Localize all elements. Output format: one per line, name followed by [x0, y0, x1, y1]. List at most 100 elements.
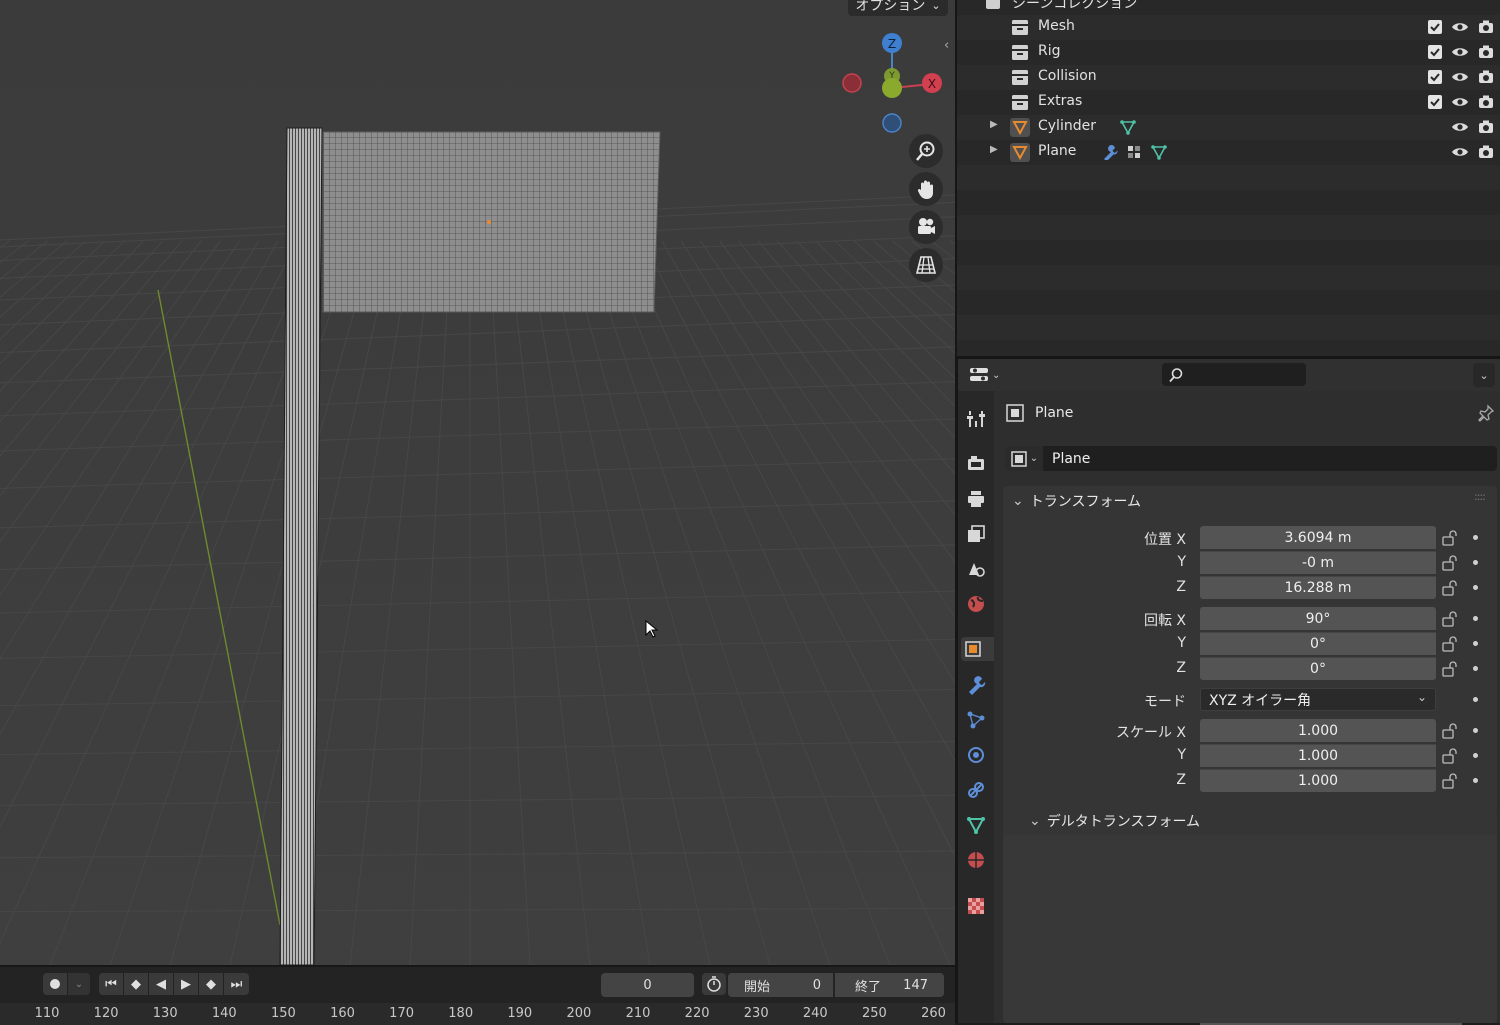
rotation-field[interactable]: 0° — [1200, 632, 1436, 655]
eye-icon[interactable] — [1451, 95, 1469, 109]
camera-render-icon[interactable] — [1477, 44, 1495, 60]
location-lock[interactable] — [1441, 579, 1459, 597]
rotation-lock[interactable] — [1441, 660, 1459, 678]
tab-object[interactable] — [961, 637, 994, 661]
tab-scene[interactable] — [964, 557, 988, 581]
disclosure-triangle-icon[interactable]: ▶ — [990, 119, 998, 130]
neg-y-handle[interactable] — [882, 78, 902, 98]
outliner-scene-collection[interactable]: シーンコレクション — [957, 0, 1500, 15]
search-input[interactable] — [1162, 363, 1306, 386]
lock-open-icon[interactable] — [1441, 747, 1459, 765]
outliner-row-collision[interactable]: Collision — [957, 65, 1500, 90]
neg-x-handle[interactable] — [842, 73, 862, 93]
options-dropdown-button[interactable]: ⌄ — [1473, 363, 1495, 387]
scale-field[interactable]: 1.000 — [1200, 769, 1436, 792]
editor-type-button[interactable]: ⌄ — [968, 363, 1006, 387]
rotation-field[interactable]: 0° — [1200, 657, 1436, 680]
jump-start-button[interactable]: ⏮ — [99, 973, 123, 995]
keyframe-dot-icon[interactable] — [1473, 560, 1478, 565]
scale-field[interactable]: 1.000 — [1200, 744, 1436, 767]
keyframe-dot-icon[interactable] — [1473, 616, 1478, 621]
keyframe-dot-icon[interactable] — [1473, 641, 1478, 646]
keyframe-dot-icon[interactable] — [1473, 753, 1478, 758]
navigation-gizmo[interactable]: Z X Y — [838, 30, 948, 135]
delta-transform-header[interactable]: ⌄ デルタトランスフォーム — [1029, 811, 1200, 831]
tab-particles[interactable] — [964, 708, 988, 732]
eye-icon[interactable] — [1451, 45, 1469, 59]
lock-open-icon[interactable] — [1441, 635, 1459, 653]
checkbox-checked-icon[interactable] — [1427, 19, 1443, 35]
tab-physics[interactable] — [964, 743, 988, 767]
outliner[interactable]: シーンコレクション Mesh Rig Collision Extras ▶ Cylinde… — [957, 0, 1500, 356]
location-field[interactable]: 16.288 m — [1200, 576, 1436, 599]
eye-icon[interactable] — [1451, 20, 1469, 34]
scale-lock[interactable] — [1441, 722, 1459, 740]
eye-icon[interactable] — [1451, 145, 1469, 159]
tab-modifiers[interactable] — [964, 673, 988, 697]
checkbox-checked-icon[interactable] — [1427, 69, 1443, 85]
options-dropdown[interactable]: オプション ⌄ — [848, 0, 948, 16]
checkbox-checked-icon[interactable] — [1427, 94, 1443, 110]
lock-open-icon[interactable] — [1441, 610, 1459, 628]
pan-button[interactable] — [909, 172, 943, 206]
tab-texture[interactable] — [964, 894, 988, 918]
perspective-toggle-button[interactable] — [909, 248, 943, 282]
tab-tool[interactable] — [964, 407, 988, 431]
tab-constraints[interactable] — [964, 778, 988, 802]
keyframe-dot-icon[interactable] — [1473, 728, 1478, 733]
eye-icon[interactable] — [1451, 70, 1469, 84]
next-keyframe-button[interactable]: ◆ — [199, 973, 223, 995]
play-button[interactable]: ▶ — [174, 973, 198, 995]
outliner-row-extras[interactable]: Extras — [957, 90, 1500, 115]
rotation-mode-select[interactable]: XYZ オイラー角 ⌄ — [1200, 688, 1436, 711]
location-field[interactable]: -0 m — [1200, 551, 1436, 574]
tab-material[interactable] — [964, 848, 988, 872]
keyframe-dot-icon[interactable] — [1473, 778, 1478, 783]
outliner-row-cylinder[interactable]: ▶ Cylinder — [957, 115, 1500, 140]
disclosure-triangle-icon[interactable]: ▶ — [990, 144, 998, 155]
outliner-row-rig[interactable]: Rig — [957, 40, 1500, 65]
record-button[interactable] — [43, 973, 67, 995]
scale-lock[interactable] — [1441, 747, 1459, 765]
eye-icon[interactable] — [1451, 120, 1469, 134]
scale-field[interactable]: 1.000 — [1200, 719, 1436, 742]
play-reverse-button[interactable]: ◀ — [149, 973, 173, 995]
tab-data[interactable] — [964, 813, 988, 837]
tab-view-layer[interactable] — [964, 522, 988, 546]
location-field[interactable]: 3.6094 m — [1200, 526, 1436, 549]
keyframe-dot-icon[interactable] — [1473, 585, 1478, 590]
drag-handle-icon[interactable]: :::: — [1474, 490, 1486, 503]
camera-render-icon[interactable] — [1477, 69, 1495, 85]
camera-render-icon[interactable] — [1477, 94, 1495, 110]
outliner-row-mesh[interactable]: Mesh — [957, 15, 1500, 40]
end-frame-field[interactable]: 終了 147 — [835, 973, 944, 997]
neg-z-handle[interactable] — [882, 113, 902, 133]
transform-panel-header[interactable]: ⌄ トランスフォーム — [1012, 491, 1141, 511]
keyframe-dot-icon[interactable] — [1473, 697, 1478, 702]
tab-render[interactable] — [964, 451, 988, 475]
tab-world[interactable] — [964, 592, 988, 616]
camera-render-icon[interactable] — [1477, 119, 1495, 135]
lock-open-icon[interactable] — [1441, 722, 1459, 740]
prev-keyframe-button[interactable]: ◆ — [124, 973, 148, 995]
jump-end-button[interactable]: ⏭ — [224, 973, 249, 995]
outliner-row-plane[interactable]: ▶ Plane — [957, 140, 1500, 165]
3d-viewport[interactable]: オプション ⌄ ‹ Z X Y — [0, 0, 955, 965]
lock-open-icon[interactable] — [1441, 554, 1459, 572]
object-name-field[interactable]: Plane — [1043, 446, 1497, 471]
timeline[interactable]: ⌄ ⏮ ◆ ◀ ▶ ◆ ⏭ 0 開始 0 終了 147 110 120 130 140… — [0, 965, 955, 1025]
camera-render-icon[interactable] — [1477, 19, 1495, 35]
camera-render-icon[interactable] — [1477, 144, 1495, 160]
rotation-lock[interactable] — [1441, 610, 1459, 628]
scale-lock[interactable] — [1441, 772, 1459, 790]
camera-view-button[interactable] — [909, 210, 943, 244]
rotation-field[interactable]: 90° — [1200, 607, 1436, 630]
frame-ruler[interactable]: 110 120 130 140 150 160 170 180 190 200 210 220 230 2… — [0, 1003, 955, 1025]
checkbox-checked-icon[interactable] — [1427, 44, 1443, 60]
rotation-lock[interactable] — [1441, 635, 1459, 653]
current-frame-field[interactable]: 0 — [601, 973, 694, 997]
pin-icon[interactable] — [1477, 404, 1495, 422]
preview-range-button[interactable] — [702, 973, 726, 995]
keyframe-dot-icon[interactable] — [1473, 666, 1478, 671]
keying-dropdown[interactable]: ⌄ — [68, 973, 90, 995]
